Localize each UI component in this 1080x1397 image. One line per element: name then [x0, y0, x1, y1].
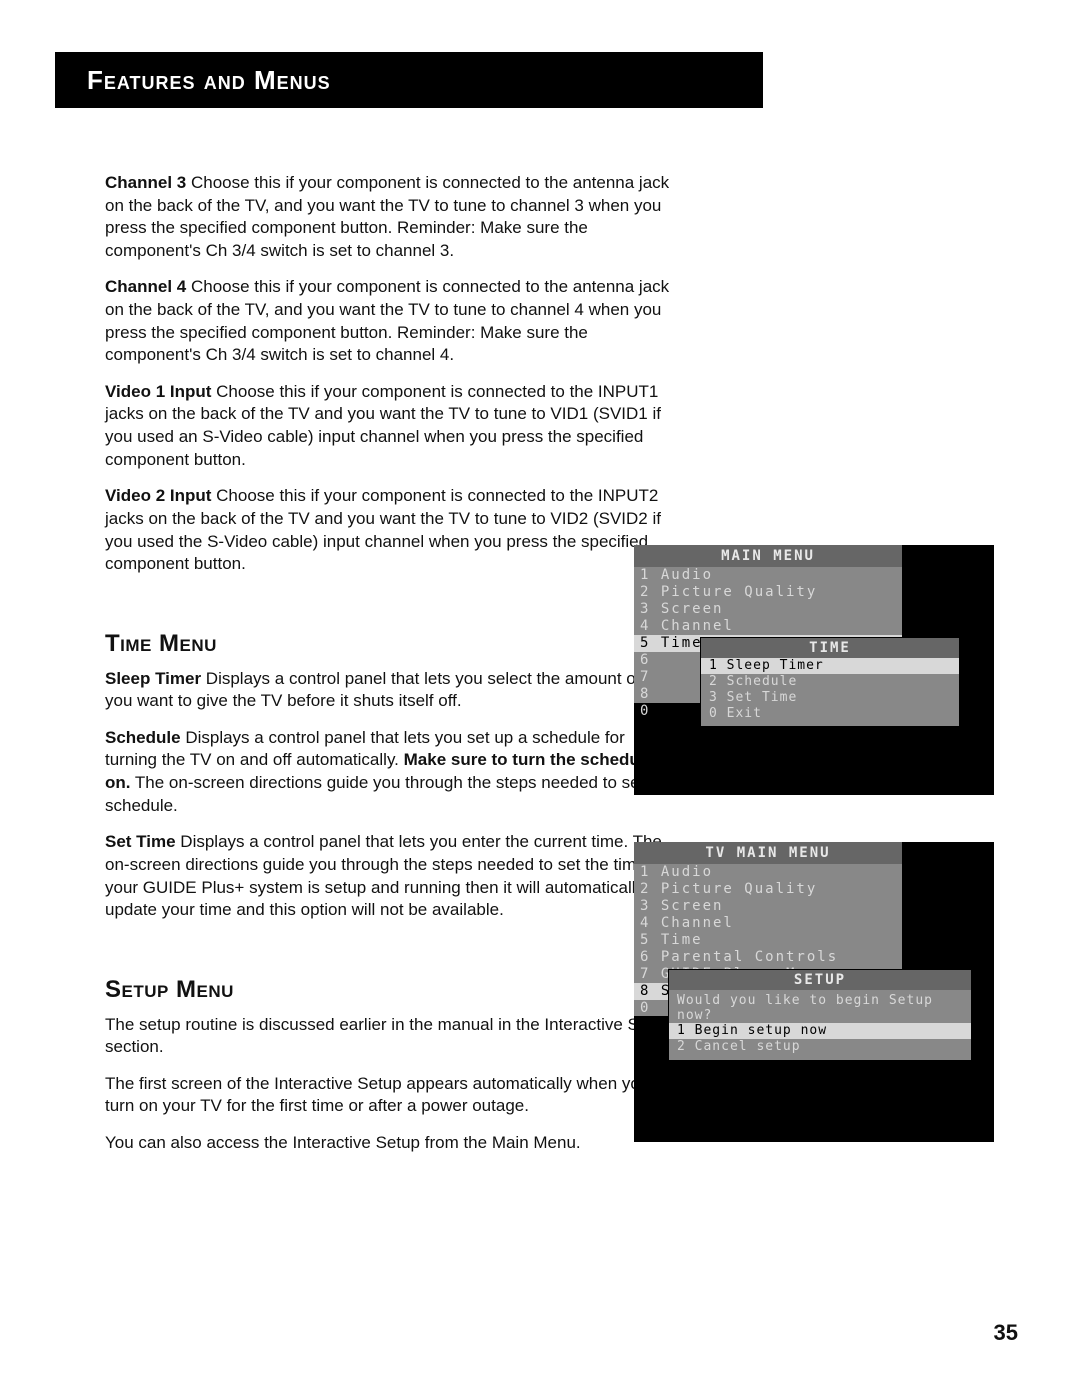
paragraph-schedule: Schedule Displays a control panel that l…	[105, 727, 680, 817]
osd-time-sub-header: TIME	[701, 638, 959, 658]
heading-setup-menu: Setup Menu	[105, 974, 680, 1006]
label-video2: Video 2 Input	[105, 486, 211, 505]
osd-time-menu: MAIN MENU 1 Audio2 Picture Quality3 Scre…	[634, 545, 994, 795]
paragraph-sleep-timer: Sleep Timer Displays a control panel tha…	[105, 668, 680, 713]
paragraph-setup-3: You can also access the Interactive Setu…	[105, 1132, 680, 1155]
osd-main-item: 3 Screen	[634, 601, 902, 618]
osd-time-submenu: TIME 1 Sleep Timer2 Schedule3 Set Time0 …	[700, 637, 960, 727]
label-set-time: Set Time	[105, 832, 176, 851]
section-header-bar: Features and Menus	[55, 52, 763, 108]
paragraph-channel4: Channel 4 Choose this if your component …	[105, 276, 680, 366]
osd-tvmain-item: 5 Time	[634, 932, 902, 949]
osd-time-sub-item: 3 Set Time	[701, 690, 959, 706]
paragraph-video2: Video 2 Input Choose this if your compon…	[105, 485, 680, 575]
page-number: 35	[994, 1318, 1018, 1347]
osd-tvmain-item: 4 Channel	[634, 915, 902, 932]
osd-tvmain-item: 6 Parental Controls	[634, 949, 902, 966]
section-header-title: Features and Menus	[87, 63, 331, 98]
osd-main-item: 2 Picture Quality	[634, 584, 902, 601]
label-video1: Video 1 Input	[105, 382, 211, 401]
osd-setup-submenu: SETUP Would you like to begin Setup now?…	[668, 969, 972, 1061]
osd-tvmain-item: 3 Screen	[634, 898, 902, 915]
osd-main-item: 4 Channel	[634, 618, 902, 635]
paragraph-set-time: Set Time Displays a control panel that l…	[105, 831, 680, 921]
osd-time-sub-item: 2 Schedule	[701, 674, 959, 690]
osd-time-sub-item: 0 Exit	[701, 706, 959, 722]
osd-time-sub-item: 1 Sleep Timer	[701, 658, 959, 674]
osd-main-item: 1 Audio	[634, 567, 902, 584]
paragraph-setup-2: The first screen of the Interactive Setu…	[105, 1073, 680, 1118]
body-text: Channel 3 Choose this if your component …	[105, 172, 680, 1155]
osd-setup-sub-header: SETUP	[669, 970, 971, 990]
heading-time-menu: Time Menu	[105, 628, 680, 660]
paragraph-channel3: Channel 3 Choose this if your component …	[105, 172, 680, 262]
osd-setup-menu: TV MAIN MENU 1 Audio2 Picture Quality3 S…	[634, 842, 994, 1142]
osd-tvmain-item: 1 Audio	[634, 864, 902, 881]
osd-tvmain-header: TV MAIN MENU	[634, 842, 902, 864]
osd-tvmain-item: 2 Picture Quality	[634, 881, 902, 898]
osd-main-header: MAIN MENU	[634, 545, 902, 567]
osd-setup-sub-item: 1 Begin setup now	[669, 1023, 971, 1039]
osd-setup-sub-item: 2 Cancel setup	[669, 1039, 971, 1055]
label-channel3: Channel 3	[105, 173, 186, 192]
osd-setup-question: Would you like to begin Setup now?	[669, 990, 971, 1023]
paragraph-setup-1: The setup routine is discussed earlier i…	[105, 1014, 680, 1059]
label-sleep-timer: Sleep Timer	[105, 669, 201, 688]
label-channel4: Channel 4	[105, 277, 186, 296]
paragraph-video1: Video 1 Input Choose this if your compon…	[105, 381, 680, 471]
label-schedule: Schedule	[105, 728, 181, 747]
